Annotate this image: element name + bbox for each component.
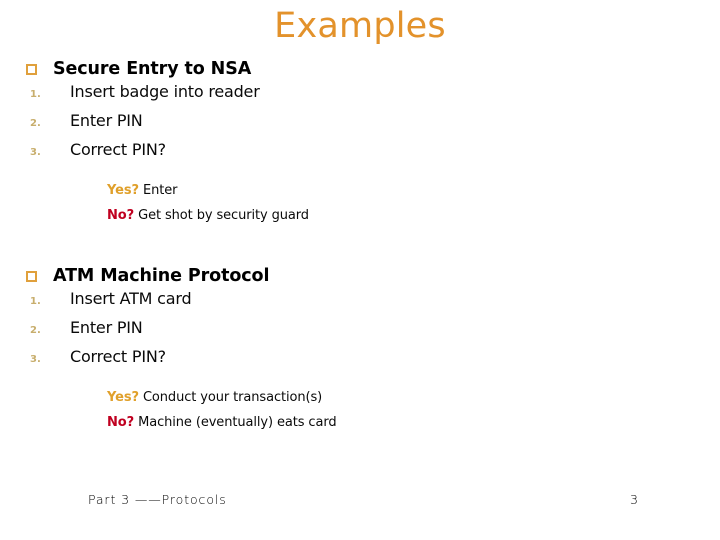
hollow-square-bullet-icon (26, 271, 37, 282)
branch-text-yes: Conduct your transaction(s) (138, 390, 323, 405)
slide-canvas: Examples Secure Entry to NSA 1. Insert b… (0, 0, 720, 540)
list-item-label: Enter PIN (70, 111, 143, 130)
slide-body: Secure Entry to NSA 1. Insert badge into… (0, 56, 720, 440)
list-item: 1. Insert ATM card (0, 289, 720, 318)
list-item: 2. Enter PIN (0, 111, 720, 140)
branch-label-yes: Yes? (107, 183, 139, 198)
branch-text-no: Get shot by security guard (134, 208, 309, 223)
list-item-label: Enter PIN (70, 318, 143, 337)
branch-line-yes: Yes? Enter (0, 183, 720, 208)
branch-text-no: Machine (eventually) eats card (134, 415, 337, 430)
list-item: 3. Correct PIN? (0, 140, 720, 169)
branch-text-yes: Enter (138, 183, 178, 198)
list-item-label: Insert ATM card (70, 289, 192, 308)
list-item-marker: 1. (30, 89, 41, 100)
branch-line-no: No? Get shot by security guard (0, 208, 720, 233)
numbered-list: 1. Insert badge into reader 2. Enter PIN… (0, 82, 720, 169)
branch-line-no: No? Machine (eventually) eats card (0, 415, 720, 440)
section-secure-entry: Secure Entry to NSA 1. Insert badge into… (0, 56, 720, 233)
list-item: 1. Insert badge into reader (0, 82, 720, 111)
list-item-label: Insert badge into reader (70, 82, 260, 101)
section-heading-label: Secure Entry to NSA (53, 59, 252, 79)
list-item-marker: 2. (30, 325, 41, 336)
branch-label-no: No? (107, 208, 135, 223)
branch-label-no: No? (107, 415, 135, 430)
branch-line-yes: Yes? Conduct your transaction(s) (0, 390, 720, 415)
hollow-square-bullet-icon (26, 64, 37, 75)
section-atm-protocol: ATM Machine Protocol 1. Insert ATM card … (0, 263, 720, 440)
slide-title: Examples (274, 6, 446, 46)
list-item: 2. Enter PIN (0, 318, 720, 347)
section-heading-label: ATM Machine Protocol (53, 266, 270, 286)
list-item-marker: 2. (30, 118, 41, 129)
branch-label-yes: Yes? (107, 390, 139, 405)
list-item-marker: 1. (30, 296, 41, 307)
list-item-label: Correct PIN? (70, 140, 166, 159)
section-heading-row: Secure Entry to NSA (0, 56, 720, 82)
list-item: 3. Correct PIN? (0, 347, 720, 376)
list-item-marker: 3. (30, 354, 41, 365)
footer-page-number: 3 (630, 492, 638, 507)
section-heading-row: ATM Machine Protocol (0, 263, 720, 289)
footer-section-label: Part 3 ——Protocols (88, 492, 227, 507)
list-item-marker: 3. (30, 147, 41, 158)
list-item-label: Correct PIN? (70, 347, 166, 366)
numbered-list: 1. Insert ATM card 2. Enter PIN 3. Corre… (0, 289, 720, 376)
